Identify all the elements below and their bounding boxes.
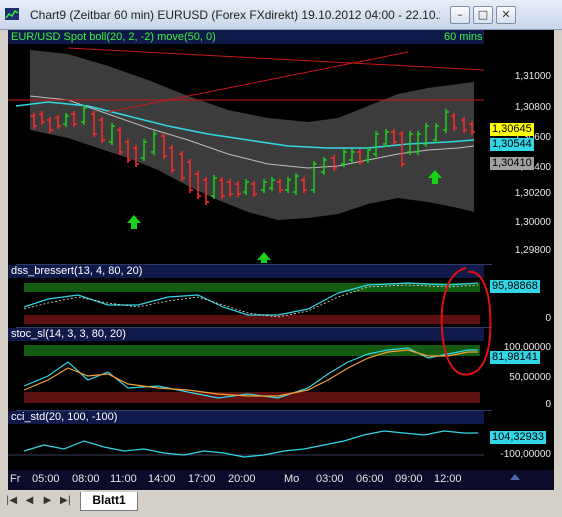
time-axis-label: 12:00 [434, 473, 462, 485]
stoc-zero-label: 0 [545, 399, 551, 410]
time-axis-label: 17:00 [188, 473, 216, 485]
window-title: Chart9 (Zeitbar 60 min) EURUSD (Forex FX… [30, 8, 440, 22]
maximize-icon: □ [477, 8, 489, 21]
dss-value-tag: 95,98868 [490, 280, 540, 293]
time-axis-label: 09:00 [395, 473, 423, 485]
price-axis-label: 1,30200 [514, 188, 551, 199]
stoc-legend: stoc_sl(14, 3, 3, 80, 20) [11, 328, 126, 340]
dss-legend: dss_bressert(13, 4, 80, 20) [11, 265, 143, 277]
stoc-pane[interactable]: stoc_sl(14, 3, 3, 80, 20) 100,00000 81,9… [8, 328, 554, 410]
close-button[interactable]: ✕ [496, 6, 516, 24]
moving-average-tag: 1,30544 [490, 138, 534, 151]
last-sheet-button[interactable]: ▶| [58, 494, 73, 508]
window-titlebar[interactable]: Chart9 (Zeitbar 60 min) EURUSD (Forex FX… [0, 0, 562, 30]
interval-label: 60 mins [444, 31, 483, 43]
stoc-mid-label: 50,00000 [509, 372, 551, 383]
price-axis-label: 1,30800 [514, 102, 551, 113]
time-axis-label: 05:00 [32, 473, 60, 485]
cci-low-label: -100,00000 [500, 449, 551, 460]
stoc-chart-canvas [8, 328, 484, 410]
price-axis-label: 1,31000 [514, 71, 551, 82]
price-axis-label: 1,30000 [514, 217, 551, 228]
band-value-tag: 1,30410 [490, 157, 534, 170]
time-axis-label: 06:00 [356, 473, 384, 485]
prev-sheet-button[interactable]: ◀ [22, 494, 37, 508]
time-axis-label: 03:00 [316, 473, 344, 485]
chart-app-icon [5, 8, 19, 20]
first-sheet-button[interactable]: |◀ [4, 494, 19, 508]
time-axis-label: Fr [10, 473, 21, 485]
time-axis-label: 14:00 [148, 473, 176, 485]
price-axis-label: 1,29800 [514, 245, 551, 256]
dss-zero-label: 0 [545, 313, 551, 324]
time-axis-label: 08:00 [72, 473, 100, 485]
price-pane[interactable]: EUR/USD Spot boll(20, 2, -2) move(50, 0)… [8, 30, 554, 263]
cci-value-tag: 104,32933 [490, 431, 546, 444]
time-axis-label: 11:00 [110, 473, 137, 485]
maximize-button[interactable]: □ [473, 6, 493, 24]
sheet-tab-blatt1[interactable]: Blatt1 [80, 492, 138, 511]
next-sheet-button[interactable]: ▶ [40, 494, 55, 508]
dss-pane[interactable]: dss_bressert(13, 4, 80, 20) 95,98868 0 [8, 265, 554, 327]
chart-area[interactable]: EUR/USD Spot boll(20, 2, -2) move(50, 0)… [8, 30, 554, 490]
price-pane-legend: EUR/USD Spot boll(20, 2, -2) move(50, 0) [11, 31, 216, 43]
time-axis: Fr 05:00 08:00 11:00 14:00 17:00 20:00 M… [8, 470, 554, 490]
close-icon: ✕ [501, 8, 511, 21]
cci-legend: cci_std(20, 100, -100) [11, 411, 118, 423]
cci-pane[interactable]: cci_std(20, 100, -100) 104,32933 -100,00… [8, 411, 554, 469]
sheet-tab-bar: |◀ ◀ ▶ ▶| Blatt1 [0, 490, 562, 517]
time-axis-label: 20:00 [228, 473, 256, 485]
minimize-icon: – [457, 8, 463, 21]
minimize-button[interactable]: – [450, 6, 470, 24]
scroll-up-icon[interactable] [508, 472, 522, 480]
stoc-value-tag: 81,98141 [490, 351, 540, 364]
price-chart-canvas [8, 30, 554, 263]
time-axis-label: Mo [284, 473, 300, 485]
last-price-tag: 1,30645 [490, 123, 534, 136]
